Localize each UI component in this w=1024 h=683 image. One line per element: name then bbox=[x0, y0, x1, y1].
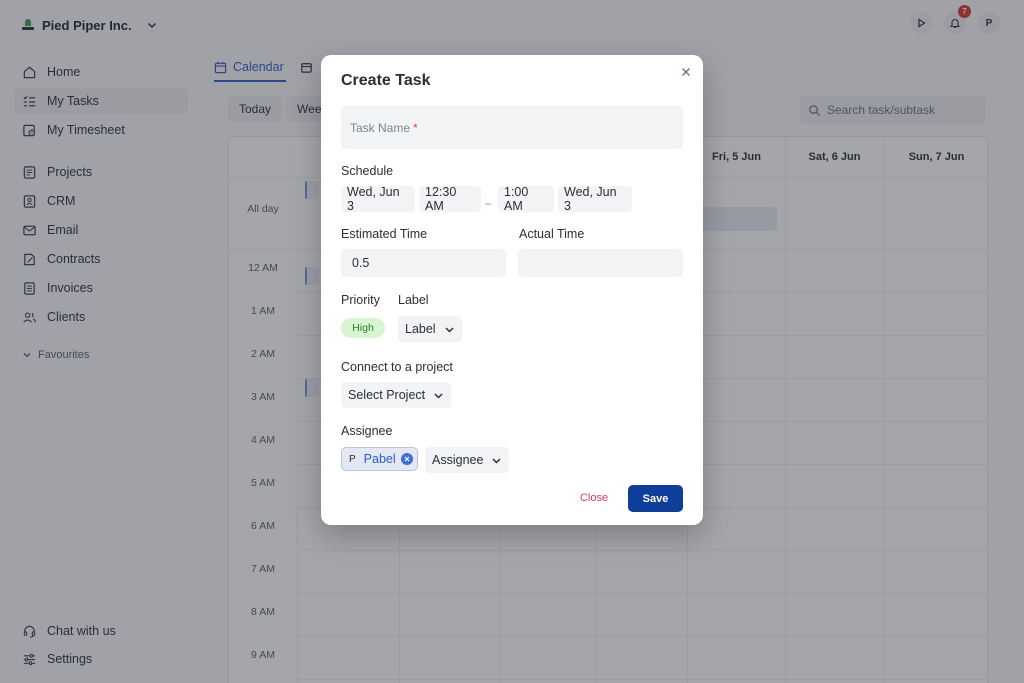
save-button[interactable]: Save bbox=[628, 485, 683, 512]
estimated-time-input[interactable]: 0.5 bbox=[341, 249, 506, 277]
estimated-time-label: Estimated Time bbox=[341, 227, 428, 241]
task-name-input[interactable]: Task Name * bbox=[341, 106, 683, 149]
assignee-name: Pabel bbox=[363, 452, 396, 466]
start-time-picker[interactable]: 12:30 AM bbox=[419, 185, 481, 213]
project-label: Connect to a project bbox=[341, 360, 453, 374]
label-dropdown[interactable]: Label bbox=[398, 316, 462, 342]
priority-badge[interactable]: High bbox=[341, 318, 385, 338]
label-dropdown-text: Label bbox=[405, 322, 436, 336]
priority-label: Priority bbox=[341, 293, 380, 307]
close-button[interactable]: Close bbox=[573, 485, 615, 511]
close-icon[interactable] bbox=[680, 66, 692, 78]
task-name-placeholder: Task Name bbox=[350, 120, 411, 135]
end-date-picker[interactable]: Wed, Jun 3 bbox=[558, 185, 632, 213]
close-icon bbox=[404, 456, 410, 462]
schedule-label: Schedule bbox=[341, 164, 394, 178]
start-date-picker[interactable]: Wed, Jun 3 bbox=[341, 185, 415, 213]
schedule-separator: – bbox=[485, 198, 492, 210]
actual-time-input[interactable] bbox=[518, 249, 683, 277]
modal-title: Create Task bbox=[341, 72, 431, 89]
assignee-dropdown-text: Assignee bbox=[432, 453, 484, 467]
create-task-modal: Create Task Task Name * Schedule Wed, Ju… bbox=[321, 55, 703, 525]
end-time-picker[interactable]: 1:00 AM bbox=[498, 185, 554, 213]
chevron-down-icon bbox=[445, 326, 454, 333]
required-mark: * bbox=[413, 120, 418, 135]
chevron-down-icon bbox=[492, 457, 501, 464]
project-dropdown-text: Select Project bbox=[348, 388, 426, 402]
project-dropdown[interactable]: Select Project bbox=[341, 382, 452, 408]
assignee-dropdown[interactable]: Assignee bbox=[425, 447, 510, 473]
assignee-chip[interactable]: P Pabel bbox=[341, 447, 418, 471]
chevron-down-icon bbox=[434, 392, 443, 399]
assignee-initial: P bbox=[349, 453, 356, 465]
assignee-label: Assignee bbox=[341, 424, 393, 438]
remove-assignee-button[interactable] bbox=[400, 453, 413, 465]
label-label: Label bbox=[398, 293, 429, 307]
actual-time-label: Actual Time bbox=[519, 227, 585, 241]
